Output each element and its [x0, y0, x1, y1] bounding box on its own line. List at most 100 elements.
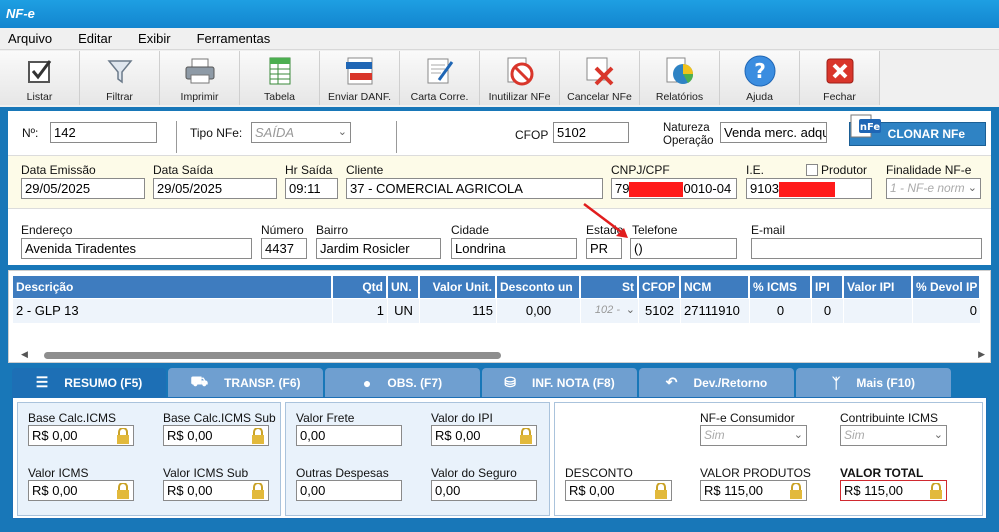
numero-endereco-field[interactable]: 4437: [261, 238, 307, 259]
tab-mais[interactable]: ᛉ Mais (F10): [796, 368, 951, 397]
natureza-operacao-field[interactable]: Venda merc. adqu: [720, 122, 827, 143]
col-ncm[interactable]: NCM: [681, 276, 750, 298]
tipo-nfe-select[interactable]: SAÍDA ⌄: [251, 122, 351, 143]
clonar-nfe-label: CLONAR NFe: [887, 127, 965, 141]
ajuda-button[interactable]: ? Ajuda: [720, 51, 800, 105]
tab-transp[interactable]: ⛟ TRANSP. (F6): [168, 368, 323, 397]
cell-cfop: 5102: [639, 299, 681, 323]
menu-editar[interactable]: Editar: [74, 31, 112, 46]
tab-inf-nota-label: INF. NOTA (F8): [532, 375, 615, 390]
contribuinte-icms-value: Sim: [844, 428, 865, 442]
cnpj-cpf-field[interactable]: 79 0010-04: [611, 178, 737, 199]
col-qtd[interactable]: Qtd: [333, 276, 388, 298]
bairro-field[interactable]: Jardim Rosicler: [316, 238, 441, 259]
produtor-checkbox[interactable]: [806, 164, 818, 176]
cell-desconto: 0,00: [497, 299, 581, 323]
data-saida-field[interactable]: 29/05/2025: [153, 178, 277, 199]
numero-label: Nº:: [22, 126, 39, 140]
nfe-consumidor-value: Sim: [704, 428, 725, 442]
numero-field[interactable]: 142: [50, 122, 157, 143]
bc-icms-value: R$ 0,00: [32, 428, 78, 443]
tab-resumo[interactable]: ☰ RESUMO (F5): [12, 368, 166, 397]
cell-ncm: 27111910: [681, 299, 750, 323]
header-row: Nº: 142 Tipo NFe: SAÍDA ⌄ CFOP 5102 Natu…: [8, 111, 991, 155]
col-desconto[interactable]: Desconto un: [497, 276, 581, 298]
scroll-left-icon[interactable]: ◀: [21, 349, 28, 360]
col-valor-ipi[interactable]: Valor IPI: [844, 276, 913, 298]
ie-field[interactable]: 9103: [746, 178, 872, 199]
bc-icms-field[interactable]: R$ 0,00: [28, 425, 134, 446]
valor-total-field[interactable]: R$ 115,00: [840, 480, 947, 501]
col-devol-ipi[interactable]: % Devol IP: [913, 276, 981, 298]
nfe-consumidor-select[interactable]: Sim ⌄: [700, 425, 807, 446]
telefone-field[interactable]: (): [630, 238, 737, 259]
data-emissao-field[interactable]: 29/05/2025: [21, 178, 145, 199]
endereco-field[interactable]: Avenida Tiradentes: [21, 238, 252, 259]
valor-ipi-field[interactable]: R$ 0,00: [431, 425, 537, 446]
scrollbar-thumb[interactable]: [44, 352, 501, 359]
hr-saida-field[interactable]: 09:11: [285, 178, 338, 199]
enviar-danf-button[interactable]: Enviar DANF.: [320, 51, 400, 105]
valor-frete-field[interactable]: 0,00: [296, 425, 402, 446]
cliente-label: Cliente: [346, 163, 384, 177]
cidade-field[interactable]: Londrina: [451, 238, 577, 259]
address-row: Endereço Avenida Tiradentes Número 4437 …: [8, 208, 991, 265]
tab-transp-label: TRANSP. (F6): [224, 375, 301, 390]
annotation-arrow-icon: [583, 203, 628, 238]
spreadsheet-icon: [262, 54, 298, 88]
col-cfop[interactable]: CFOP: [639, 276, 681, 298]
cfop-field[interactable]: 5102: [553, 122, 629, 143]
lock-icon: [655, 483, 667, 499]
outras-despesas-field[interactable]: 0,00: [296, 480, 402, 501]
col-descricao[interactable]: Descrição: [13, 276, 333, 298]
col-ipi[interactable]: IPI: [812, 276, 844, 298]
cancelar-nfe-button[interactable]: Cancelar NFe: [560, 51, 640, 105]
printer-icon: [182, 54, 218, 88]
finalidade-select[interactable]: 1 - NF-e norm ⌄: [886, 178, 981, 199]
menu-arquivo[interactable]: Arquivo: [4, 31, 52, 46]
bc-icms-sub-field[interactable]: R$ 0,00: [163, 425, 269, 446]
col-icms[interactable]: % ICMS: [750, 276, 812, 298]
col-valor-unit[interactable]: Valor Unit.: [420, 276, 497, 298]
fechar-button[interactable]: Fechar: [800, 51, 880, 105]
cell-qtd: 1: [333, 299, 388, 323]
cell-st-select[interactable]: 102 - ⌄: [581, 299, 639, 323]
bairro-label: Bairro: [316, 223, 349, 237]
col-st[interactable]: St: [581, 276, 639, 298]
tab-dev-retorno[interactable]: ↶ Dev./Retorno: [639, 368, 794, 397]
listar-button[interactable]: Listar: [0, 51, 80, 105]
redaction-block: [629, 182, 684, 198]
valor-produtos-field[interactable]: R$ 115,00: [700, 480, 807, 501]
tabela-button[interactable]: Tabela: [240, 51, 320, 105]
table-row[interactable]: 2 - GLP 13 1 UN 115 0,00 102 - ⌄ 5102 27…: [13, 299, 981, 323]
valor-icms-sub-field[interactable]: R$ 0,00: [163, 480, 269, 501]
items-grid-header: Descrição Qtd UN. Valor Unit. Desconto u…: [13, 276, 981, 298]
tab-dev-retorno-label: Dev./Retorno: [693, 375, 768, 390]
scroll-right-icon[interactable]: ▶: [978, 349, 985, 360]
resumo-panel: Base Calc.ICMS R$ 0,00 Base Calc.ICMS Su…: [12, 397, 987, 519]
tab-obs[interactable]: ● OBS. (F7): [325, 368, 480, 397]
chat-icon: ●: [362, 374, 372, 391]
cell-st: 102 -: [594, 304, 620, 316]
valor-icms-field[interactable]: R$ 0,00: [28, 480, 134, 501]
tabela-label: Tabela: [264, 91, 295, 103]
email-field[interactable]: [751, 238, 982, 259]
col-un[interactable]: UN.: [388, 276, 420, 298]
contribuinte-icms-select[interactable]: Sim ⌄: [840, 425, 947, 446]
desconto-field[interactable]: R$ 0,00: [565, 480, 672, 501]
menu-ferramentas[interactable]: Ferramentas: [193, 31, 271, 46]
inutilizar-nfe-button[interactable]: Inutilizar NFe: [480, 51, 560, 105]
carta-correcao-button[interactable]: Carta Corre.: [400, 51, 480, 105]
imprimir-button[interactable]: Imprimir: [160, 51, 240, 105]
relatorios-button[interactable]: Relatórios: [640, 51, 720, 105]
horizontal-scrollbar[interactable]: ◀ ▶: [17, 349, 985, 359]
lock-icon: [117, 428, 129, 444]
valor-seguro-field[interactable]: 0,00: [431, 480, 537, 501]
menu-exibir[interactable]: Exibir: [134, 31, 171, 46]
filtrar-button[interactable]: Filtrar: [80, 51, 160, 105]
filtrar-label: Filtrar: [106, 91, 133, 103]
cliente-field[interactable]: 37 - COMERCIAL AGRICOLA: [346, 178, 603, 199]
data-emissao-label: Data Emissão: [21, 163, 96, 177]
tab-inf-nota[interactable]: ⛁ INF. NOTA (F8): [482, 368, 637, 397]
valor-produtos-label: VALOR PRODUTOS: [700, 466, 811, 480]
